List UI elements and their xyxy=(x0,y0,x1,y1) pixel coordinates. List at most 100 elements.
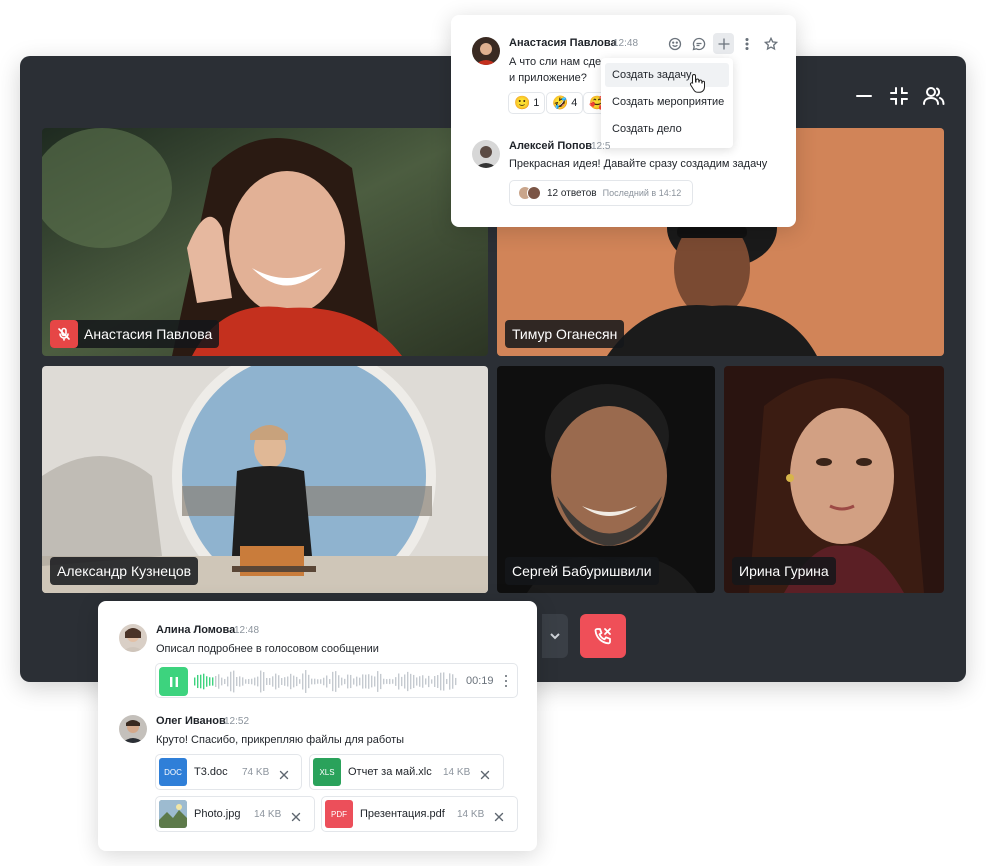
waveform-bar xyxy=(194,677,196,686)
waveform-bar xyxy=(215,676,217,687)
reaction-count: 1 xyxy=(533,97,540,109)
waveform-bar xyxy=(338,675,340,688)
waveform-bar xyxy=(410,673,412,690)
file-attachment[interactable]: XLS Отчет за май.xlc xyxy=(309,754,504,790)
create-menu: Создать задачу Создать мероприятие Созда… xyxy=(601,58,733,148)
message-time: 12:5 xyxy=(591,141,611,152)
voice-duration: 00:19 xyxy=(466,675,494,687)
file-name: Т3.doc xyxy=(194,766,228,778)
close-icon[interactable] xyxy=(279,767,289,780)
more-vertical-icon[interactable] xyxy=(500,672,512,690)
menu-item-create-task[interactable]: Создать задачу xyxy=(605,63,729,87)
waveform-bar xyxy=(305,670,307,693)
message-author[interactable]: Алина Ломова xyxy=(156,624,235,636)
close-icon[interactable] xyxy=(480,767,490,780)
message-time: 12:52 xyxy=(224,716,250,727)
close-icon[interactable] xyxy=(494,809,504,822)
more-vertical-icon[interactable] xyxy=(737,34,757,54)
participants-icon[interactable] xyxy=(920,82,948,110)
participant-name: Ирина Гурина xyxy=(739,563,829,579)
pause-button[interactable] xyxy=(159,667,188,696)
waveform-bar xyxy=(254,677,256,686)
waveform-bar xyxy=(341,677,343,686)
waveform-bar xyxy=(209,677,211,686)
waveform-bar xyxy=(425,678,427,685)
participant-name: Тимур Оганесян xyxy=(512,326,618,342)
video-tile-anastasia[interactable]: Анастасия Павлова xyxy=(42,128,488,356)
waveform-bar xyxy=(428,675,430,688)
pdf-file-icon: PDF xyxy=(325,800,353,828)
file-name: Photo.jpg xyxy=(194,808,241,820)
waveform-bar xyxy=(422,675,424,688)
waveform-bar xyxy=(278,675,280,688)
participant-name: Анастасия Павлова xyxy=(84,326,213,342)
message-author[interactable]: Анастасия Павлова xyxy=(509,37,617,49)
waveform-bar xyxy=(299,679,301,684)
reaction-chip[interactable]: 🙂 1 xyxy=(508,92,546,114)
star-icon[interactable] xyxy=(761,34,781,54)
waveform-bar xyxy=(293,675,295,688)
message-author[interactable]: Алексей Попов xyxy=(509,140,592,152)
reaction-chip[interactable]: 🤣 4 xyxy=(546,92,584,114)
voice-message: 00:19 xyxy=(155,663,518,698)
hangup-button[interactable] xyxy=(580,614,626,658)
waveform-bar xyxy=(452,674,454,689)
participant-name: Александр Кузнецов xyxy=(57,563,192,579)
waveform-bar xyxy=(359,677,361,686)
waveform-bar xyxy=(206,676,208,687)
smile-icon[interactable] xyxy=(665,34,685,54)
close-icon[interactable] xyxy=(291,809,301,822)
message-time: 12:48 xyxy=(613,38,639,49)
file-attachment[interactable]: PDF Презентация.pdf xyxy=(321,796,518,832)
video-tile-alexander[interactable]: Александр Кузнецов xyxy=(42,366,488,593)
waveform-bar xyxy=(332,671,334,692)
waveform-bar xyxy=(350,674,352,689)
menu-item-create-deal[interactable]: Создать дело xyxy=(605,117,729,141)
waveform-bar xyxy=(437,675,439,688)
menu-item-create-event[interactable]: Создать мероприятие xyxy=(605,90,729,114)
waveform-bar xyxy=(239,676,241,687)
participant-name-tag: Александр Кузнецов xyxy=(50,557,199,585)
waveform-bar xyxy=(413,674,415,689)
reaction-chip[interactable]: 🥰 xyxy=(583,92,603,114)
waveform-bar xyxy=(203,673,205,690)
waveform-bar xyxy=(374,676,376,687)
waveform-bar xyxy=(272,676,274,687)
reaction-count: 4 xyxy=(571,97,578,109)
collapse-icon[interactable] xyxy=(885,82,913,110)
waveform-bar xyxy=(242,677,244,686)
waveform-bar xyxy=(326,675,328,688)
comment-icon[interactable] xyxy=(689,34,709,54)
waveform-bar xyxy=(320,679,322,684)
waveform-bar xyxy=(245,679,247,684)
chevron-down-icon[interactable] xyxy=(542,614,568,658)
plus-icon[interactable] xyxy=(713,33,734,54)
waveform-bar xyxy=(287,676,289,687)
waveform-bar xyxy=(344,678,346,685)
waveform-bar xyxy=(446,678,448,685)
avatar[interactable] xyxy=(119,715,147,743)
avatar[interactable] xyxy=(119,624,147,652)
waveform-bar xyxy=(383,678,385,685)
minimize-icon[interactable] xyxy=(850,82,878,110)
waveform-bar xyxy=(248,678,250,685)
video-tile-sergey[interactable]: Сергей Бабуришвили xyxy=(497,366,715,593)
video-tile-irina[interactable]: Ирина Гурина xyxy=(724,366,944,593)
file-size: 14 KB xyxy=(457,809,485,820)
waveform-bar xyxy=(317,679,319,684)
reaction-emoji: 🙂 xyxy=(514,95,531,110)
waveform-bar xyxy=(275,673,277,690)
waveform-bar xyxy=(266,677,268,686)
avatar[interactable] xyxy=(472,140,500,168)
voice-waveform[interactable] xyxy=(194,668,460,695)
file-size: 14 KB xyxy=(443,767,471,778)
waveform-bar xyxy=(377,671,379,692)
thread-count: 12 ответов xyxy=(547,187,597,199)
file-size: 14 KB xyxy=(254,809,282,820)
waveform-bar xyxy=(308,674,310,689)
message-author[interactable]: Олег Иванов xyxy=(156,715,226,727)
waveform-bar xyxy=(368,674,370,689)
avatar[interactable] xyxy=(472,37,500,65)
waveform-bar xyxy=(398,673,400,690)
thread-replies[interactable]: 12 ответов Последний в 14:12 xyxy=(509,180,693,206)
